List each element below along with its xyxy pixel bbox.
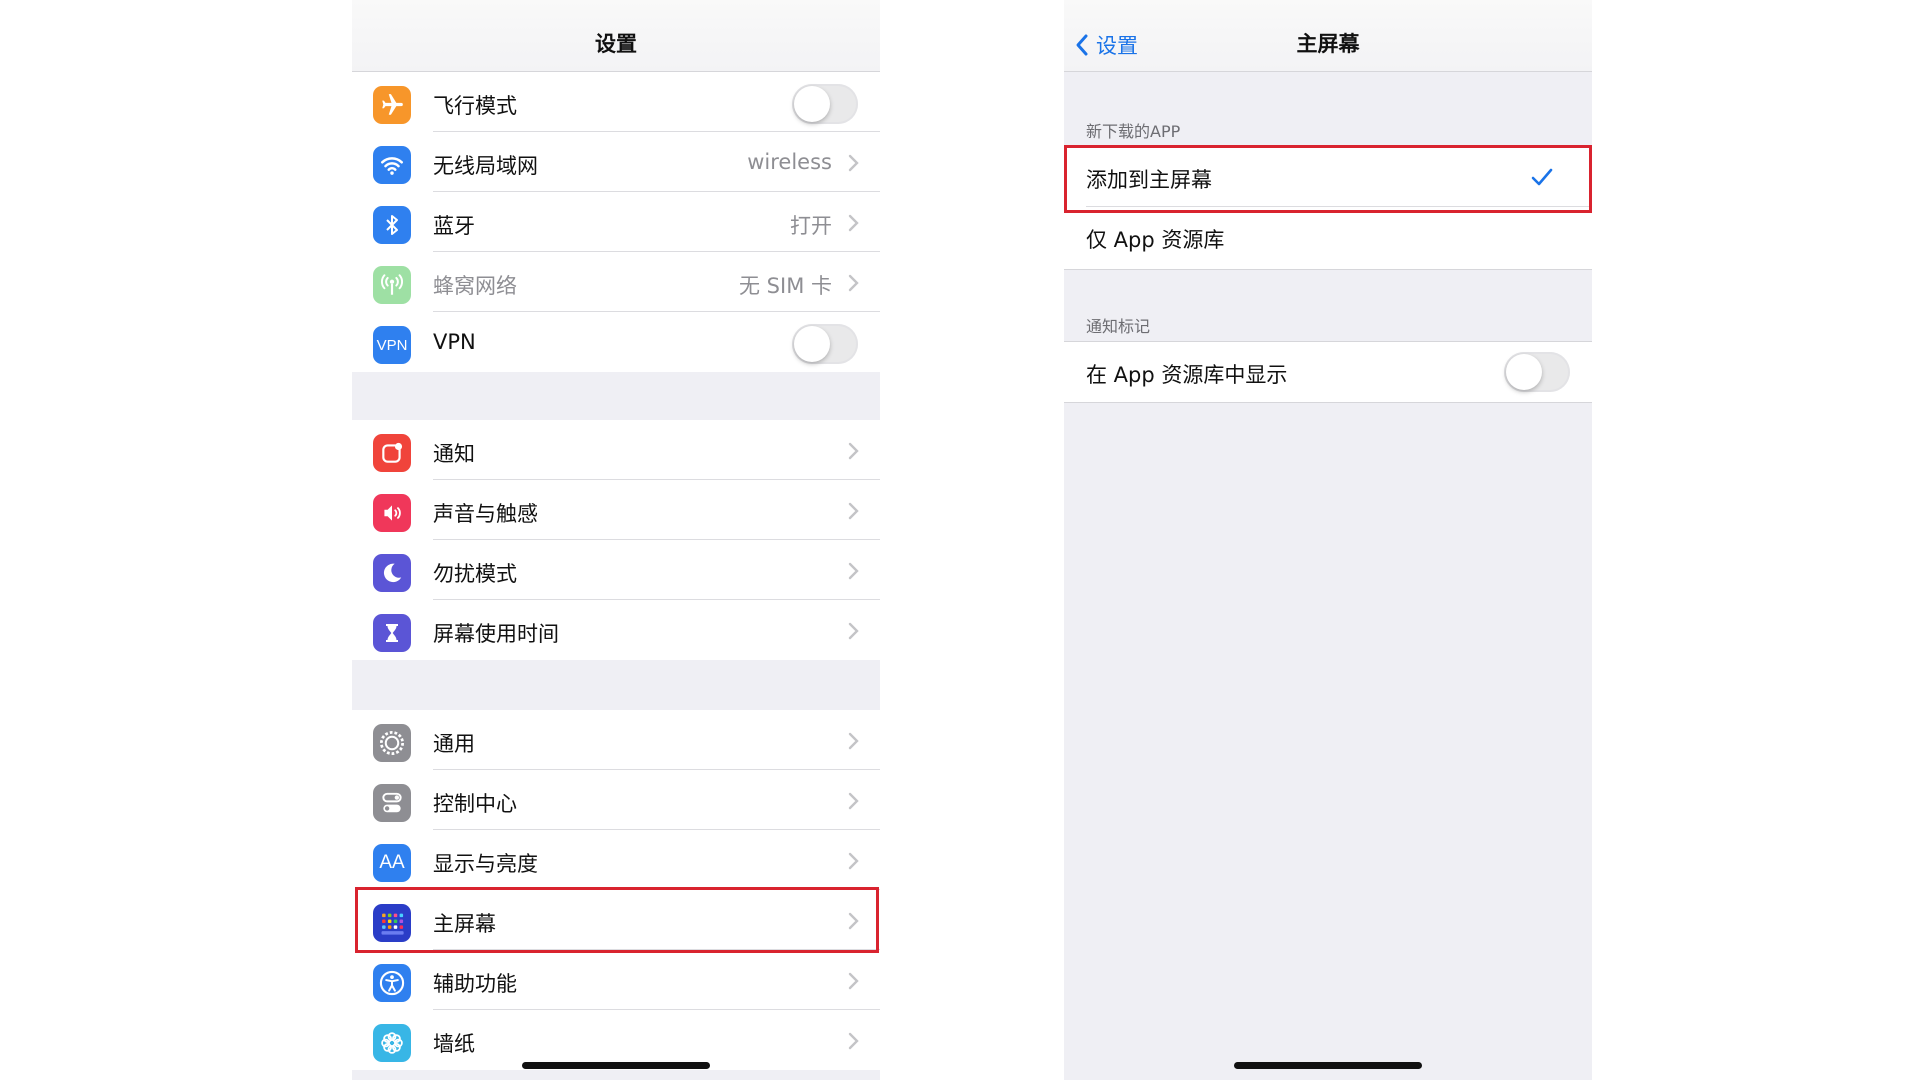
- checkmark-icon: [1531, 168, 1553, 186]
- new-apps-options: 添加到主屏幕 仅 App 资源库: [1064, 146, 1592, 270]
- chevron-right-icon: [848, 792, 859, 810]
- notification-icon: [373, 434, 411, 472]
- option-add-to-home-screen[interactable]: 添加到主屏幕: [1064, 147, 1592, 207]
- toggle-knob: [794, 86, 830, 122]
- row-label: 勿扰模式: [433, 562, 517, 586]
- home-screen-icon: [373, 904, 411, 942]
- row-label: 控制中心: [433, 792, 517, 816]
- chevron-right-icon: [848, 622, 859, 640]
- section-header-badges: 通知标记: [1086, 317, 1151, 336]
- row-label: 通知: [433, 442, 475, 466]
- settings-row-general[interactable]: 通用: [352, 710, 880, 770]
- row-label: 屏幕使用时间: [433, 622, 559, 646]
- hourglass-icon: [373, 614, 411, 652]
- settings-row-cellular[interactable]: 蜂窝网络 无 SIM 卡: [352, 252, 880, 312]
- row-label: 声音与触感: [433, 502, 538, 526]
- chevron-right-icon: [848, 732, 859, 750]
- row-label: 蜂窝网络: [433, 274, 517, 298]
- airplane-icon: [373, 86, 411, 124]
- chevron-right-icon: [848, 442, 859, 460]
- home-indicator: [1234, 1062, 1422, 1069]
- row-value: 无 SIM 卡: [739, 274, 832, 298]
- settings-row-vpn[interactable]: VPN VPN: [352, 312, 880, 372]
- row-label: VPN: [433, 330, 476, 354]
- gear-icon: [373, 724, 411, 762]
- moon-icon: [373, 554, 411, 592]
- settings-row-wallpaper[interactable]: 墙纸: [352, 1010, 880, 1070]
- option-label: 仅 App 资源库: [1086, 228, 1225, 252]
- toggle-knob: [1506, 354, 1542, 390]
- chevron-right-icon: [848, 852, 859, 870]
- wifi-icon: [373, 146, 411, 184]
- toggle-knob: [794, 326, 830, 362]
- option-app-library-only[interactable]: 仅 App 资源库: [1064, 207, 1592, 267]
- chevron-right-icon: [848, 562, 859, 580]
- switches-icon: [373, 784, 411, 822]
- chevron-right-icon: [848, 912, 859, 930]
- screenshot-stage: 设置 飞行模式 无线局域网 wireless 蓝牙 打开 蜂窝网络 无 SIM …: [0, 0, 1920, 1080]
- chevron-right-icon: [848, 1032, 859, 1050]
- general-group: 通用 控制中心 AA 显示与亮度 主屏幕 辅助功能 墙纸: [352, 710, 880, 1070]
- settings-row-wifi[interactable]: 无线局域网 wireless: [352, 132, 880, 192]
- chevron-right-icon: [848, 972, 859, 990]
- antenna-icon: [373, 266, 411, 304]
- accessibility-icon: [373, 964, 411, 1002]
- chevron-right-icon: [848, 154, 859, 172]
- chevron-right-icon: [848, 274, 859, 292]
- home-screen-nav-bar: 设置 主屏幕: [1064, 0, 1592, 72]
- row-value: 打开: [790, 214, 832, 238]
- bluetooth-icon: [373, 206, 411, 244]
- option-label: 添加到主屏幕: [1086, 168, 1212, 192]
- flower-icon: [373, 1024, 411, 1062]
- section-header-new-apps: 新下载的APP: [1086, 122, 1181, 141]
- text-size-icon: AA: [373, 844, 411, 882]
- chevron-right-icon: [848, 214, 859, 232]
- row-label: 墙纸: [433, 1032, 475, 1056]
- settings-screen: 设置 飞行模式 无线局域网 wireless 蓝牙 打开 蜂窝网络 无 SIM …: [352, 0, 880, 1080]
- settings-row-control-center[interactable]: 控制中心: [352, 770, 880, 830]
- row-label: 主屏幕: [433, 912, 496, 936]
- settings-row-bluetooth[interactable]: 蓝牙 打开: [352, 192, 880, 252]
- settings-row-airplane[interactable]: 飞行模式: [352, 72, 880, 132]
- chevron-right-icon: [848, 502, 859, 520]
- settings-row-home-screen[interactable]: 主屏幕: [352, 890, 880, 950]
- settings-row-sounds[interactable]: 声音与触感: [352, 480, 880, 540]
- row-label: 在 App 资源库中显示: [1086, 363, 1288, 387]
- show-in-library-toggle[interactable]: [1504, 352, 1570, 392]
- home-indicator: [522, 1062, 710, 1069]
- speaker-icon: [373, 494, 411, 532]
- row-value: wireless: [747, 150, 832, 174]
- home-screen-settings: 设置 主屏幕 新下载的APP 添加到主屏幕 仅 App 资源库 通知标记 在 A…: [1064, 0, 1592, 1080]
- page-title: 主屏幕: [1296, 32, 1360, 56]
- settings-row-display[interactable]: AA 显示与亮度: [352, 830, 880, 890]
- badges-group: 在 App 资源库中显示: [1064, 341, 1592, 403]
- settings-row-screen-time[interactable]: 屏幕使用时间: [352, 600, 880, 660]
- vpn-toggle[interactable]: [792, 324, 858, 364]
- notifications-group: 通知 声音与触感 勿扰模式 屏幕使用时间: [352, 420, 880, 660]
- row-label: 通用: [433, 732, 475, 756]
- settings-row-do-not-disturb[interactable]: 勿扰模式: [352, 540, 880, 600]
- connectivity-group: 飞行模式 无线局域网 wireless 蓝牙 打开 蜂窝网络 无 SIM 卡 V…: [352, 72, 880, 372]
- settings-row-notifications[interactable]: 通知: [352, 420, 880, 480]
- row-label: 蓝牙: [433, 214, 475, 238]
- row-label: 飞行模式: [433, 94, 517, 118]
- row-show-in-app-library[interactable]: 在 App 资源库中显示: [1064, 342, 1592, 402]
- settings-nav-bar: 设置: [352, 0, 880, 72]
- row-label: 辅助功能: [433, 972, 517, 996]
- page-title: 设置: [595, 32, 637, 56]
- row-label: 显示与亮度: [433, 852, 538, 876]
- vpn-icon: VPN: [373, 326, 411, 364]
- row-label: 无线局域网: [433, 154, 538, 178]
- settings-row-accessibility[interactable]: 辅助功能: [352, 950, 880, 1010]
- airplane-toggle[interactable]: [792, 84, 858, 124]
